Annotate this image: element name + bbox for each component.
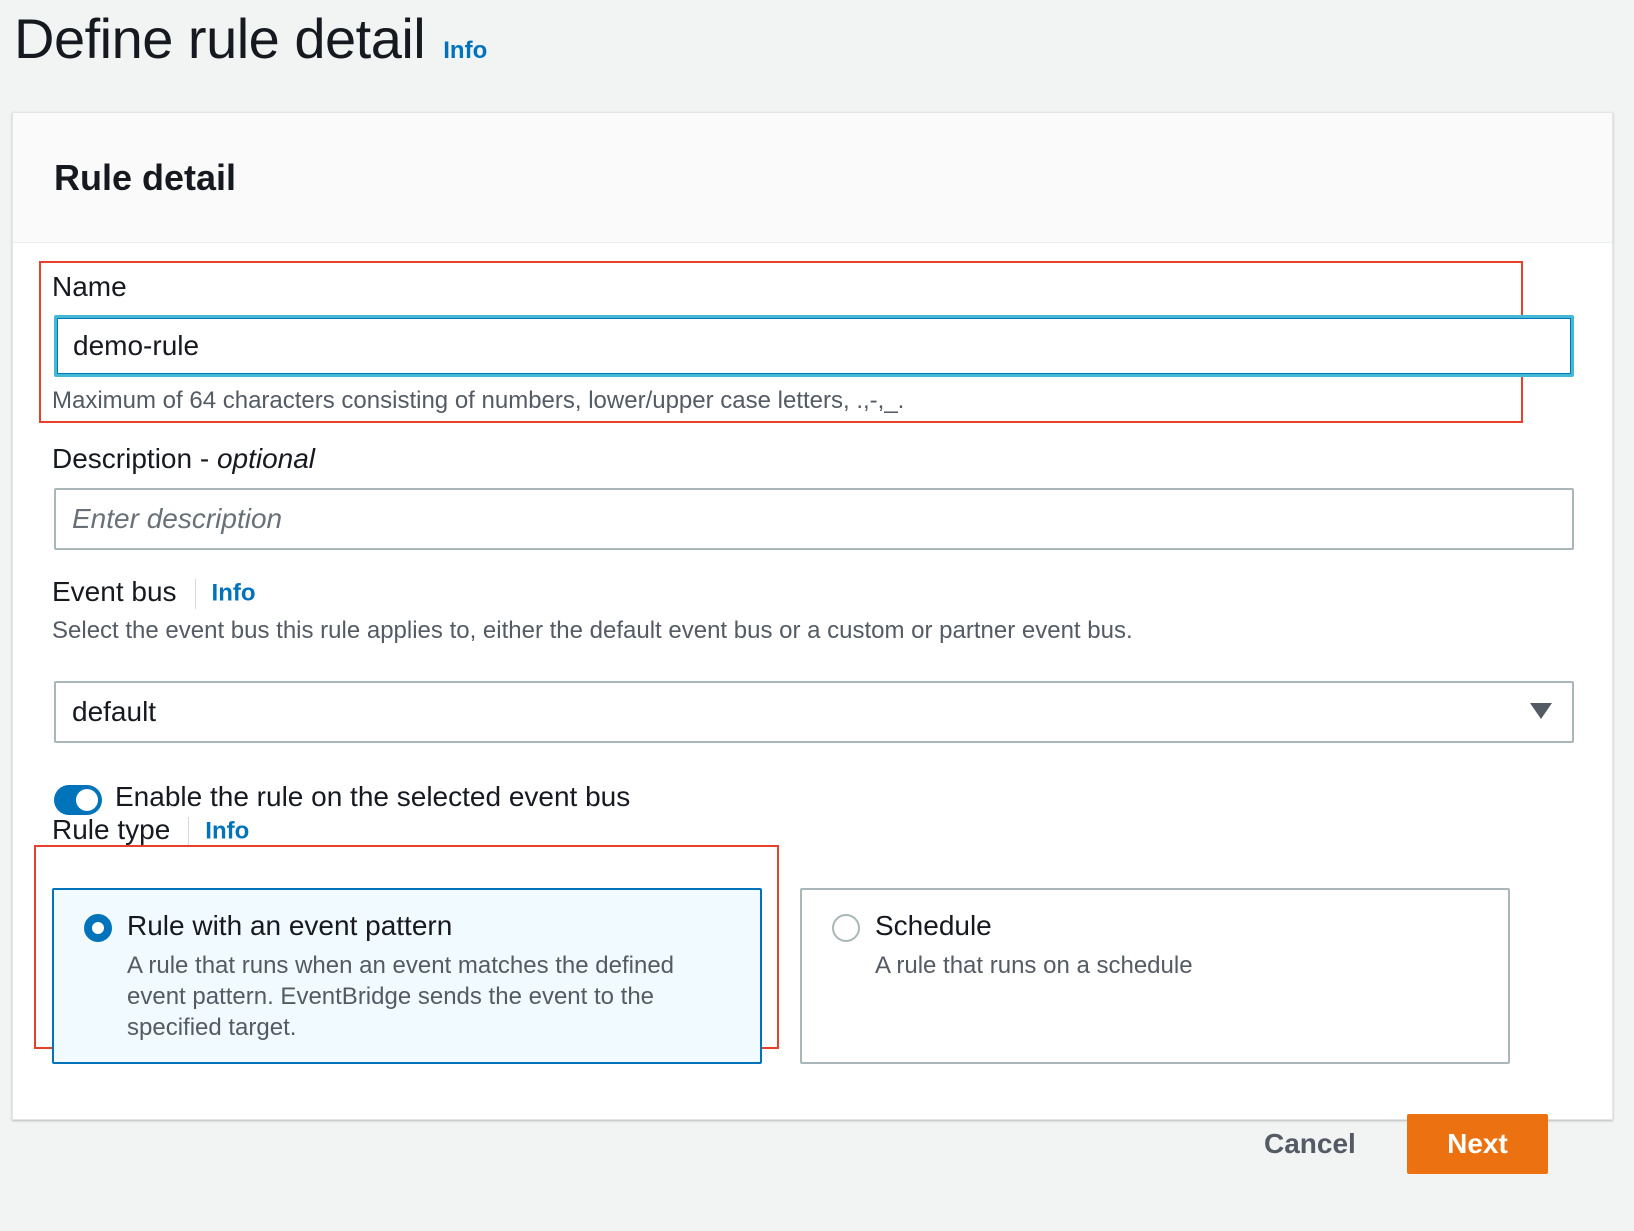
page-header: Define rule detail Info: [14, 6, 487, 71]
panel-title: Rule detail: [54, 157, 237, 198]
rule-type-option-schedule[interactable]: Schedule A rule that runs on a schedule: [800, 888, 1510, 1064]
radio-button-unchecked[interactable]: [832, 914, 860, 942]
toggle-knob: [76, 789, 98, 811]
page-info-link[interactable]: Info: [443, 37, 487, 65]
option-description: A rule that runs on a schedule: [875, 952, 1193, 979]
name-input[interactable]: [54, 315, 1574, 377]
label-divider: [194, 578, 196, 609]
event-bus-label-row: Event bus Info: [52, 576, 256, 609]
label-divider: [188, 816, 190, 847]
next-button[interactable]: Next: [1407, 1114, 1548, 1174]
event-bus-info-link[interactable]: Info: [212, 580, 256, 607]
event-bus-selected-value: default: [72, 696, 157, 727]
event-bus-hint: Select the event bus this rule applies t…: [52, 617, 1133, 644]
caret-down-icon: [1530, 703, 1552, 719]
description-label-text: Description -: [52, 443, 217, 474]
event-bus-label: Event bus: [52, 576, 177, 607]
rule-type-info-link[interactable]: Info: [205, 818, 249, 845]
enable-rule-label: Enable the rule on the selected event bu…: [115, 781, 631, 812]
description-label: Description - optional: [52, 443, 315, 475]
enable-rule-toggle[interactable]: [54, 785, 102, 815]
rule-type-option-event-pattern[interactable]: Rule with an event pattern A rule that r…: [52, 888, 762, 1064]
rule-type-label: Rule type: [52, 814, 171, 845]
event-bus-select[interactable]: default: [54, 681, 1574, 743]
panel-header: Rule detail: [13, 113, 1612, 243]
option-title: Schedule: [875, 910, 992, 941]
name-hint: Maximum of 64 characters consisting of n…: [52, 387, 905, 414]
description-optional-text: optional: [216, 443, 316, 474]
name-label: Name: [52, 271, 127, 302]
option-title: Rule with an event pattern: [127, 910, 453, 941]
rule-type-label-row: Rule type Info: [52, 814, 249, 847]
page-title: Define rule detail: [14, 7, 426, 70]
option-description: A rule that runs when an event matches t…: [127, 952, 675, 1041]
rule-detail-panel: Rule detail Name Maximum of 64 character…: [12, 112, 1613, 1120]
radio-button-checked[interactable]: [84, 914, 112, 942]
description-input[interactable]: [54, 488, 1574, 550]
cancel-button[interactable]: Cancel: [1264, 1128, 1356, 1160]
